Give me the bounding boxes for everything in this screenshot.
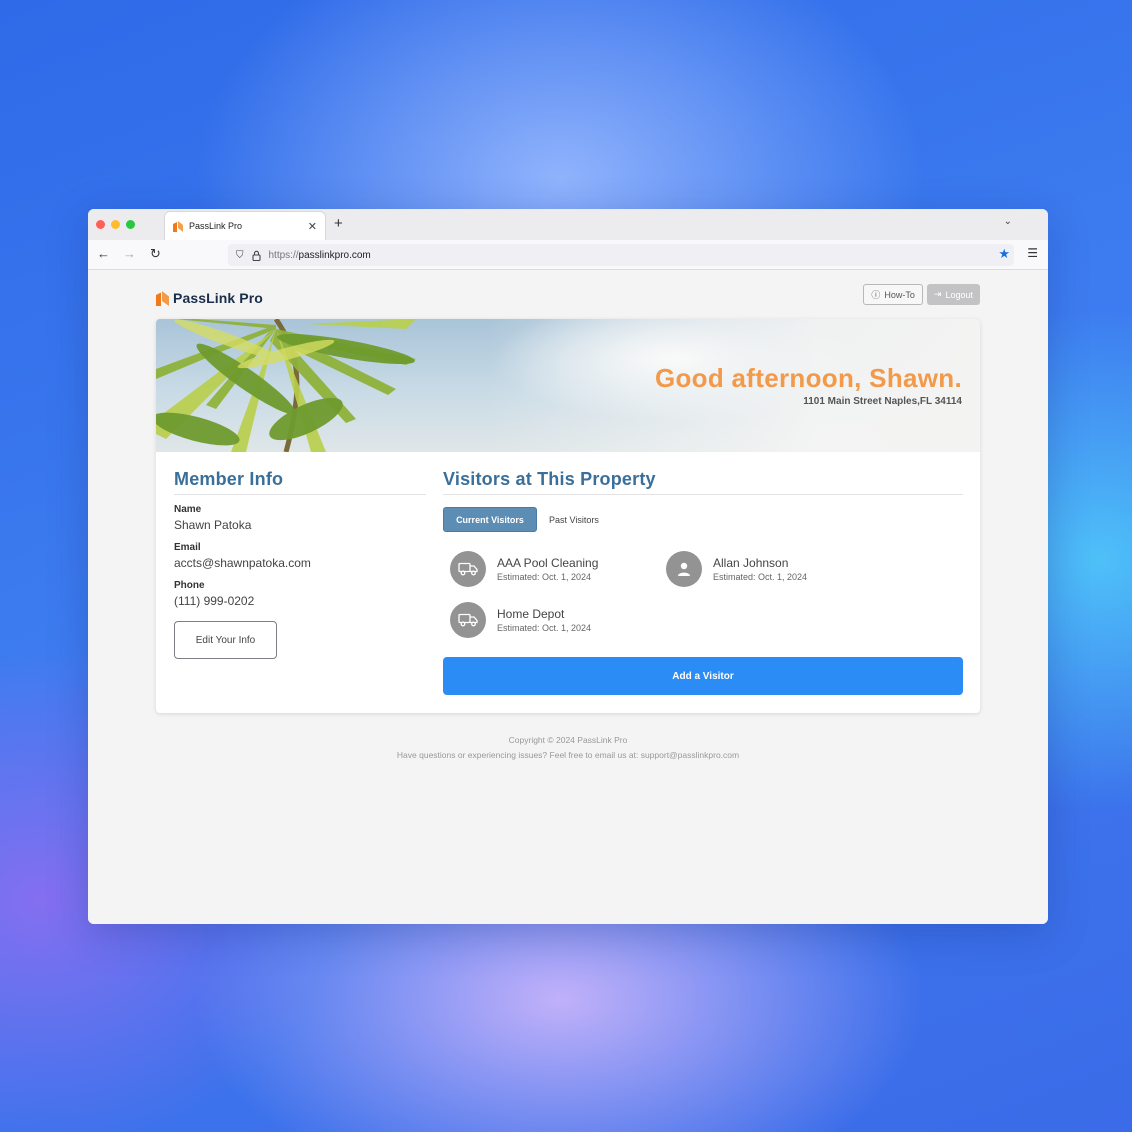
minimize-window-button[interactable] [111,220,120,229]
passlink-favicon-icon [173,220,183,232]
member-info-section: Member Info Name Shawn Patoka Email acct… [174,469,426,659]
visitor-item[interactable]: AAA Pool Cleaning Estimated: Oct. 1, 202… [450,551,598,587]
reload-icon[interactable]: ↻ [150,247,161,261]
visitors-section: Visitors at This Property Current Visito… [443,469,963,650]
bookmark-star-icon[interactable]: ★ [998,246,1010,262]
header-actions: ⓘ How-To ⇥ Logout [863,284,980,305]
passlink-logo-icon [156,290,169,306]
visitor-date: Estimated: Oct. 1, 2024 [497,623,592,633]
person-icon [666,551,702,587]
tab-past-visitors[interactable]: Past Visitors [537,507,611,532]
visitor-name: Home Depot [497,607,565,621]
how-to-label: How-To [884,289,915,300]
menu-icon[interactable]: ☰ [1027,246,1038,260]
visitor-item[interactable]: Home Depot Estimated: Oct. 1, 2024 [450,602,591,638]
close-tab-icon[interactable]: ✕ [308,220,317,233]
truck-icon [450,602,486,638]
shield-icon[interactable]: ⛉ [236,250,244,261]
visitor-date: Estimated: Oct. 1, 2024 [497,572,592,582]
address-bar[interactable]: ⛉ https://passlinkpro.com [228,244,1014,266]
hero-banner: Good afternoon, Shawn. 1101 Main Street … [156,319,980,452]
dashboard-card: Good afternoon, Shawn. 1101 Main Street … [156,319,980,713]
tab-list-chevron-icon[interactable]: ⌄ [1004,216,1012,227]
visitor-name: AAA Pool Cleaning [497,556,599,570]
logout-button[interactable]: ⇥ Logout [926,284,980,305]
palm-trees-image [156,319,416,452]
tab-bar: PassLink Pro ✕ + ⌄ [88,209,1048,240]
maximize-window-button[interactable] [126,220,135,229]
footer-copyright: Copyright © 2024 PassLink Pro [508,735,628,745]
tab-current-visitors[interactable]: Current Visitors [443,507,537,532]
add-visitor-button[interactable]: Add a Visitor [443,657,963,695]
browser-tab[interactable]: PassLink Pro ✕ [165,212,325,240]
logo-text: PassLink Pro [173,290,263,306]
browser-window: PassLink Pro ✕ + ⌄ ← → ↻ ⛉ https://passl… [88,209,1048,924]
truck-icon [450,551,486,587]
tab-title: PassLink Pro [189,221,243,231]
how-to-button[interactable]: ⓘ How-To [863,284,923,305]
visitors-title: Visitors at This Property [443,469,963,495]
forward-arrow-icon[interactable]: → [123,247,136,261]
email-value: accts@shawnpatoka.com [174,556,311,570]
visitor-list: AAA Pool Cleaning Estimated: Oct. 1, 202… [443,532,963,650]
new-tab-icon[interactable]: + [334,215,343,232]
visitor-name: Allan Johnson [713,556,789,570]
phone-label: Phone [174,580,205,591]
lock-icon[interactable] [251,250,261,261]
phone-value: (111) 999-0202 [174,594,255,608]
url-protocol: https:// [268,249,299,261]
name-value: Shawn Patoka [174,518,252,532]
logout-icon: ⇥ [933,289,942,299]
logout-label: Logout [945,289,973,300]
page-content: PassLink Pro ⓘ How-To ⇥ Logout Good afte… [88,270,1048,924]
visitor-tabs: Current Visitors Past Visitors [443,507,963,532]
member-info-title: Member Info [174,469,426,495]
footer-support: Have questions or experiencing issues? F… [396,750,740,760]
back-arrow-icon[interactable]: ← [97,247,110,261]
email-label: Email [174,542,201,553]
visitor-item[interactable]: Allan Johnson Estimated: Oct. 1, 2024 [666,551,807,587]
greeting-heading: Good afternoon, Shawn. [654,363,962,393]
close-window-button[interactable] [96,220,105,229]
info-icon: ⓘ [871,290,881,300]
property-address: 1101 Main Street Naples,FL 34114 [803,396,962,407]
url-host: passlinkpro.com [298,249,371,261]
window-controls [96,220,135,229]
navigation-bar: ← → ↻ ⛉ https://passlinkpro.com ★ ☰ [88,240,1048,270]
visitor-date: Estimated: Oct. 1, 2024 [713,572,808,582]
name-label: Name [174,504,202,515]
edit-info-button[interactable]: Edit Your Info [174,621,277,659]
passlink-logo[interactable]: PassLink Pro [156,290,263,306]
